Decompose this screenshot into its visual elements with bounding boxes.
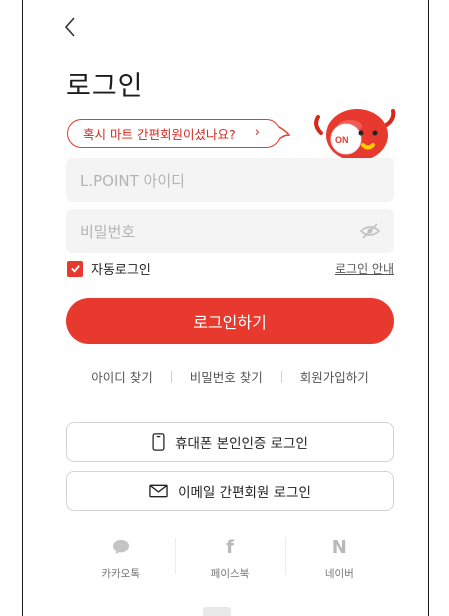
naver-label: 네이버	[324, 568, 354, 580]
phone-login-label: 휴대폰 본인인증 로그인	[175, 436, 308, 452]
phone-auth-login-button[interactable]: 휴대폰 본인인증 로그인	[66, 422, 394, 462]
phone-icon	[152, 433, 165, 451]
bottom-bar-handle	[203, 607, 231, 616]
chevron-right-icon: ›	[254, 125, 260, 140]
social-login-row: 카카오톡 f 페이스북 N 네이버	[66, 536, 394, 581]
login-guide-link[interactable]: 로그인 안내	[335, 260, 394, 277]
facebook-login[interactable]: f 페이스북	[175, 536, 284, 581]
svg-text:ON: ON	[335, 135, 349, 145]
email-login-label: 이메일 간편회원 로그인	[178, 485, 311, 501]
naver-login[interactable]: N 네이버	[284, 536, 394, 581]
account-links: 아이디 찾기 비밀번호 찾기 회원가입하기	[66, 367, 394, 386]
login-button[interactable]: 로그인하기	[66, 298, 394, 344]
naver-icon: N	[331, 536, 347, 558]
chevron-left-icon	[64, 17, 75, 37]
lotte-on-mascot-icon: ON	[314, 109, 396, 161]
mail-icon	[149, 484, 168, 498]
divider	[170, 370, 172, 383]
checkmark-icon	[67, 260, 83, 277]
banner-text: 혹시 마트 간편회원이셨나요?	[83, 127, 236, 142]
kakaotalk-login[interactable]: 카카오톡	[66, 536, 175, 581]
facebook-label: 페이스북	[210, 568, 250, 580]
password-input[interactable]: 비밀번호	[66, 209, 394, 253]
mart-member-banner[interactable]: 혹시 마트 간편회원이셨나요? ›	[67, 119, 281, 148]
divider	[280, 370, 282, 383]
id-placeholder: L.POINT 아이디	[80, 171, 185, 190]
login-screen: 로그인 혹시 마트 간편회원이셨나요? › ON L.POINT 아이디 비밀번…	[22, 0, 429, 616]
signup-link[interactable]: 회원가입하기	[300, 367, 369, 386]
facebook-icon: f	[226, 536, 234, 558]
auto-login-label: 자동로그인	[91, 263, 151, 278]
find-id-link[interactable]: 아이디 찾기	[91, 367, 152, 386]
auto-login-checkbox[interactable]: 자동로그인	[67, 259, 151, 278]
find-password-link[interactable]: 비밀번호 찾기	[190, 367, 263, 386]
page-title: 로그인	[66, 71, 144, 102]
speech-tail-icon	[278, 126, 290, 140]
speech-bubble-icon	[112, 536, 130, 558]
password-placeholder: 비밀번호	[80, 222, 136, 241]
back-button[interactable]	[63, 14, 83, 44]
email-login-button[interactable]: 이메일 간편회원 로그인	[66, 471, 394, 511]
eye-hidden-icon[interactable]	[360, 223, 380, 239]
kakaotalk-label: 카카오톡	[101, 568, 140, 580]
id-input[interactable]: L.POINT 아이디	[66, 158, 394, 202]
